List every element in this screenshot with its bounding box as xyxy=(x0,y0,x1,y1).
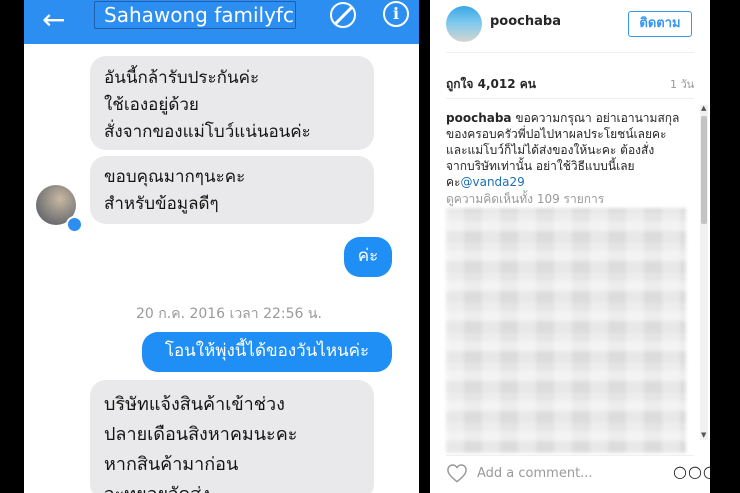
message-line: สั่งจากของแม่โบว์แน่นอนค่ะ xyxy=(104,122,311,142)
message-bubble-incoming: บริษัทแจ้งสินค้าเข้าช่วง ปลายเดือนสิงหาค… xyxy=(90,380,374,493)
caption-line: และแม่โบว์ก็ไม่ได้ส่งของให้นะคะ ต้องสั่ง xyxy=(446,143,655,157)
blurred-comments xyxy=(446,208,686,453)
scroll-up-arrow-icon[interactable]: ▲ xyxy=(701,104,706,112)
caption-username[interactable]: poochaba xyxy=(446,111,512,125)
message-bubble-outgoing: โอนให้พุ่งนี้ได้ของวันไหนค่ะ xyxy=(142,332,392,372)
message-line: ปลายเดือนสิงหาคมนะคะ xyxy=(104,424,298,445)
info-icon[interactable]: i xyxy=(383,1,409,27)
profile-avatar[interactable] xyxy=(446,6,482,42)
arrow-left-icon[interactable]: ← xyxy=(42,3,76,37)
message-line: หากสินค้ามาก่อน xyxy=(104,454,239,475)
view-comments-link[interactable]: ดูความคิดเห็นทั้ง 109 รายการ xyxy=(446,190,604,209)
mention-link[interactable]: @vanda29 xyxy=(460,175,524,189)
message-line: บริษัทแจ้งสินค้าเข้าช่วง xyxy=(104,394,285,415)
message-bubble-outgoing: ค่ะ xyxy=(344,237,392,277)
divider xyxy=(446,52,694,53)
messenger-panel: ← Sahawong familyfc i อันนี้กล้ารับประกั… xyxy=(24,0,419,493)
caption-line: ขอความกรุณา อย่าเอานามสกุล xyxy=(515,111,680,125)
messenger-badge-icon xyxy=(66,216,83,233)
message-line: ขอบคุณมากๆนะคะ xyxy=(104,167,246,187)
more-options-icon[interactable]: ○○○ xyxy=(673,462,710,481)
divider xyxy=(446,98,694,99)
caption-line: คะ xyxy=(446,175,461,189)
message-list[interactable]: อันนี้กล้ารับประกันค่ะ ใช้เองอยู่ด้วย สั… xyxy=(24,44,419,493)
add-comment-input[interactable]: Add a comment... xyxy=(477,466,593,481)
message-line: ใช้เองอยู่ด้วย xyxy=(104,95,199,115)
caption-line: จากบริษัทเท่านั้น อย่าใช้วิธีแบบนี้เลย xyxy=(446,159,635,173)
scroll-down-arrow-icon[interactable]: ▼ xyxy=(701,431,706,439)
caption-line: ของครอบครัวพี่ปอไปหาผลประโยชน์เลยคะ xyxy=(446,127,667,141)
instagram-panel: poochaba ติดตาม ถูกใจ 4,012 คน 1 วัน poo… xyxy=(430,0,710,493)
heart-icon[interactable] xyxy=(446,463,468,483)
message-bubble-incoming: อันนี้กล้ารับประกันค่ะ ใช้เองอยู่ด้วย สั… xyxy=(90,56,374,150)
message-timestamp: 20 ก.ค. 2016 เวลา 22:56 น. xyxy=(136,306,322,322)
chat-title: Sahawong familyfc xyxy=(104,3,294,27)
divider xyxy=(446,455,694,456)
follow-button[interactable]: ติดตาม xyxy=(628,11,692,37)
message-line: อันนี้กล้ารับประกันค่ะ xyxy=(104,68,260,88)
message-bubble-incoming: ขอบคุณมากๆนะคะ สำหรับข้อมูลดีๆ xyxy=(90,156,374,224)
chat-header: ← Sahawong familyfc i xyxy=(24,0,419,44)
block-icon[interactable] xyxy=(330,2,356,28)
like-count[interactable]: ถูกใจ 4,012 คน xyxy=(446,75,536,94)
post-time: 1 วัน xyxy=(670,78,695,91)
scrollbar-thumb[interactable] xyxy=(701,116,707,224)
message-line: โอนให้พุ่งนี้ได้ของวันไหนค่ะ xyxy=(164,341,370,361)
message-line: สำหรับข้อมูลดีๆ xyxy=(104,194,219,214)
message-line: จะทยอยจัดส่ง xyxy=(104,480,360,493)
post-caption: poochaba ขอความกรุณา อย่าเอานามสกุล ของค… xyxy=(446,110,684,190)
message-line: ค่ะ xyxy=(357,246,379,266)
profile-username[interactable]: poochaba xyxy=(490,14,561,29)
